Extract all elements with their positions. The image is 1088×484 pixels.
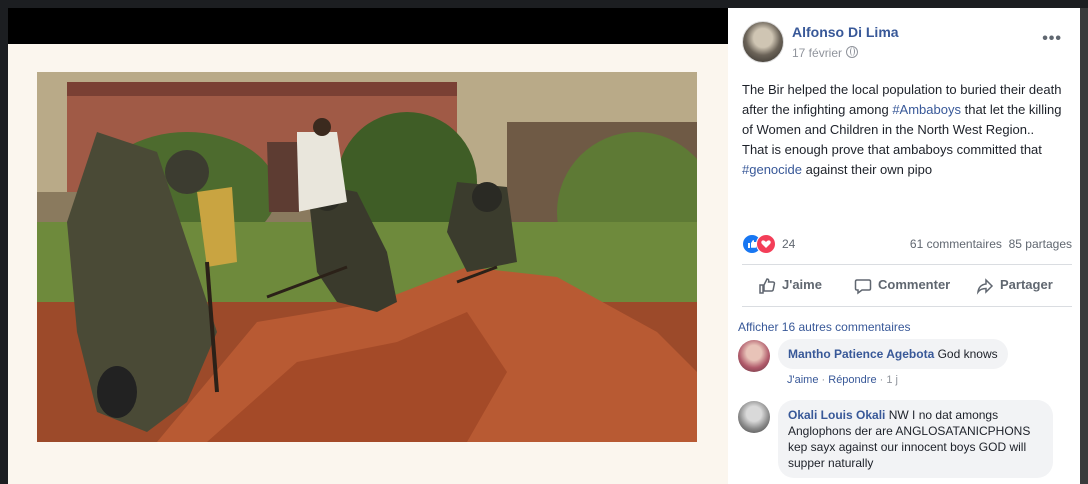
divider-bottom: [742, 306, 1072, 307]
share-button[interactable]: Partager: [976, 270, 1053, 300]
author-avatar[interactable]: [742, 21, 784, 63]
commenter-avatar[interactable]: [738, 340, 770, 372]
globe-icon: [846, 46, 859, 58]
post-text-part-3: against their own pipo: [802, 162, 933, 177]
comment-time[interactable]: 1 j: [886, 374, 898, 386]
viewer-top-bar: [0, 0, 1088, 8]
reactions-bar: 24 61 commentaires 85 partages: [742, 234, 1072, 254]
show-more-comments-link[interactable]: Afficher 16 autres commentaires: [738, 320, 911, 334]
more-options-button[interactable]: •••: [1042, 30, 1062, 48]
share-count[interactable]: 85 partages: [1009, 237, 1072, 251]
comment-count[interactable]: 61 commentaires: [910, 237, 1002, 251]
comment-text: God knows: [937, 347, 998, 361]
post-photo[interactable]: [37, 72, 697, 442]
commenter-name[interactable]: Mantho Patience Agebota: [788, 347, 934, 361]
comment-bubble: Okali Louis Okali NW I no dat amongs Ang…: [778, 400, 1053, 478]
love-reaction-icon[interactable]: [756, 234, 776, 254]
commenter-avatar[interactable]: [738, 401, 770, 433]
share-icon: [976, 277, 994, 295]
post-date-label: 17 février: [792, 46, 843, 60]
thumbs-up-icon: [759, 277, 776, 294]
author-name[interactable]: Alfonso Di Lima: [792, 24, 899, 40]
comment-button[interactable]: Commenter: [854, 270, 950, 300]
like-label: J'aime: [782, 277, 822, 292]
reaction-count[interactable]: 24: [782, 237, 795, 251]
post-header: Alfonso Di Lima 17 février •••: [742, 18, 1072, 66]
comment-like-link[interactable]: J'aime: [787, 374, 818, 386]
comment-actions: J'aime · Répondre · 1 j: [787, 374, 898, 386]
post-date[interactable]: 17 février: [792, 46, 859, 60]
comment-label: Commenter: [878, 277, 951, 292]
post-text: The Bir helped the local population to b…: [742, 80, 1072, 180]
commenter-name[interactable]: Okali Louis Okali: [788, 408, 885, 422]
post-stats: 61 commentaires 85 partages: [910, 237, 1072, 251]
like-button[interactable]: J'aime: [758, 270, 822, 300]
post-actions: J'aime Commenter Partager: [742, 270, 1072, 300]
comment-bubble: Mantho Patience Agebota God knows: [778, 339, 1008, 369]
hashtag-genocide[interactable]: #genocide: [742, 162, 802, 177]
share-label: Partager: [1000, 277, 1053, 292]
scrollbar[interactable]: [1080, 8, 1088, 484]
photo-viewer[interactable]: [8, 8, 728, 484]
comment-reply-link[interactable]: Répondre: [828, 374, 876, 386]
hashtag-ambaboys[interactable]: #Ambaboys: [892, 102, 961, 117]
comment-icon: [854, 278, 872, 295]
post-sidebar: Alfonso Di Lima 17 février ••• The Bir h…: [728, 8, 1080, 484]
divider-top: [742, 264, 1072, 265]
